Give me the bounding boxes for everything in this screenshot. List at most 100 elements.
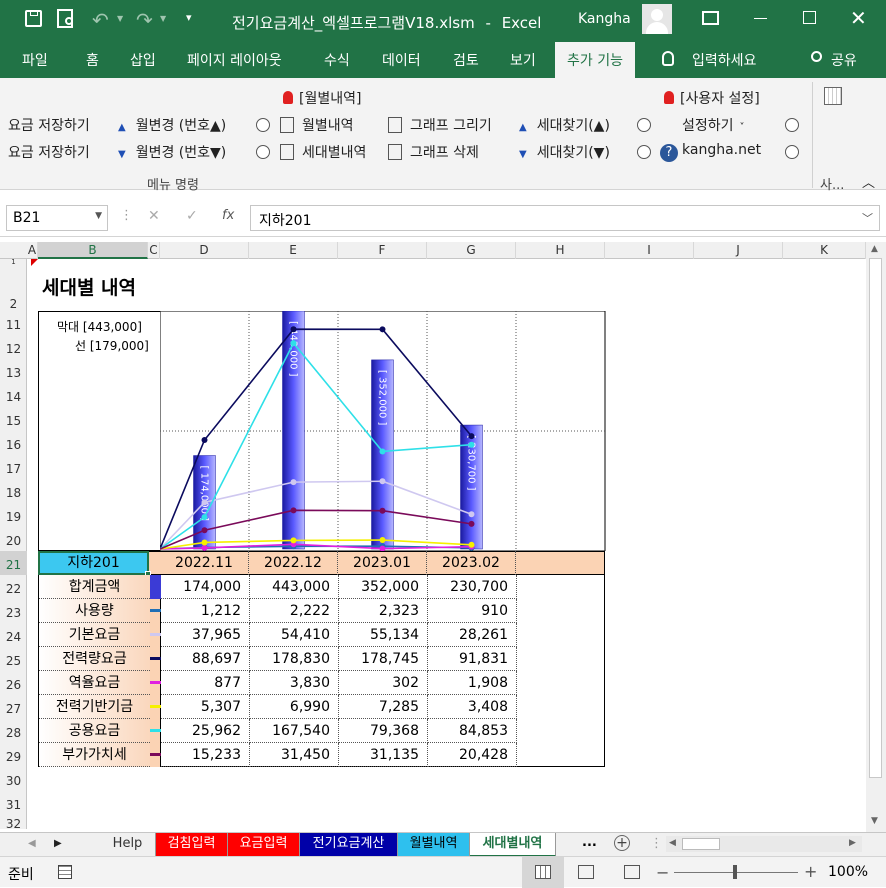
delete-graph-button[interactable]: 그래프 삭제 [388, 142, 479, 162]
table-cell[interactable]: 7,285 [339, 695, 428, 719]
row-header[interactable]: 23 [0, 599, 27, 623]
vertical-scrollbar[interactable]: ▲ ▼ [866, 242, 886, 832]
row-header[interactable]: 22 [0, 575, 27, 599]
table-cell[interactable]: 178,830 [250, 647, 339, 671]
column-header[interactable]: F [338, 242, 427, 259]
find-up-button[interactable]: ▲ 세대찾기(▲) [519, 115, 610, 135]
avatar[interactable] [642, 4, 672, 34]
row-label[interactable]: 역율요금 [39, 671, 150, 695]
table-cell[interactable]: 37,965 [161, 623, 250, 647]
table-cell[interactable]: 230,700 [428, 575, 517, 599]
table-cell[interactable]: 1,908 [428, 671, 517, 695]
column-header[interactable]: A [27, 242, 38, 259]
undo-icon[interactable]: ↶ [92, 8, 109, 32]
close-icon[interactable]: ✕ [850, 6, 867, 30]
sheet-tab[interactable]: Help [100, 833, 156, 857]
save-rates-button-1[interactable]: 요금 저장하기 [8, 115, 90, 135]
row-header[interactable]: 21 [0, 551, 27, 575]
column-header[interactable]: C [148, 242, 160, 259]
row-header[interactable]: 19 [0, 503, 27, 527]
column-header[interactable]: J [694, 242, 783, 259]
find-down-radio[interactable] [637, 145, 651, 159]
row-label[interactable]: 공용요금 [39, 719, 150, 743]
table-cell[interactable]: 167,540 [250, 719, 339, 743]
save-rates-button-2[interactable]: 요금 저장하기 [8, 142, 90, 162]
share-person-icon[interactable] [811, 51, 822, 62]
column-header[interactable]: E [249, 242, 338, 259]
more-sheets-button[interactable]: ... [582, 835, 597, 850]
table-cell[interactable]: 79,368 [339, 719, 428, 743]
tell-me-input[interactable]: 입력하세요 [692, 50, 756, 70]
tab-home[interactable]: 홈 [86, 50, 99, 70]
row-header[interactable]: 25 [0, 647, 27, 671]
month-down-button[interactable]: ▼ 월변경 (번호▼) [118, 142, 226, 162]
month-up-button[interactable]: ▲ 월변경 (번호▲) [118, 115, 226, 135]
collapse-ribbon-icon[interactable]: ︿ [862, 172, 875, 191]
zoom-level[interactable]: 100% [828, 864, 868, 880]
row-header[interactable]: 32 [0, 815, 27, 831]
table-cell[interactable]: 28,261 [428, 623, 517, 647]
table-cell[interactable]: 55,134 [339, 623, 428, 647]
month-down-radio[interactable] [256, 145, 270, 159]
column-header[interactable]: I [605, 242, 694, 259]
page-layout-view-icon[interactable] [578, 865, 594, 879]
table-cell[interactable]: 1,212 [161, 599, 250, 623]
macro-record-icon[interactable] [58, 865, 72, 879]
row-label[interactable]: 기본요금 [39, 623, 150, 647]
table-cell[interactable]: 174,000 [161, 575, 250, 599]
table-cell[interactable]: 20,428 [428, 743, 517, 767]
row-header[interactable]: 18 [0, 479, 27, 503]
scroll-right-icon[interactable]: ▶ [849, 838, 856, 848]
sheet-tab[interactable]: 전기요금계산 [300, 833, 398, 857]
row-header[interactable]: 2 [0, 265, 27, 311]
table-cell[interactable]: 5,307 [161, 695, 250, 719]
row-header[interactable]: 12 [0, 335, 27, 359]
zoom-slider-thumb[interactable] [733, 865, 737, 879]
row-header[interactable]: 13 [0, 359, 27, 383]
column-header[interactable]: G [427, 242, 516, 259]
month-up-radio[interactable] [256, 118, 270, 132]
table-cell[interactable]: 91,831 [428, 647, 517, 671]
row-header[interactable]: 24 [0, 623, 27, 647]
table-cell[interactable]: 2,222 [250, 599, 339, 623]
save-icon[interactable] [25, 10, 42, 27]
find-down-button[interactable]: ▼ 세대찾기(▼) [519, 142, 610, 162]
draw-graph-button[interactable]: 그래프 그리기 [388, 115, 492, 135]
horizontal-scrollbar[interactable]: ◀ ▶ [666, 836, 862, 852]
share-button[interactable]: 공유 [831, 50, 857, 70]
row-label[interactable]: 전력기반기금 [39, 695, 150, 719]
table-cell[interactable]: 443,000 [250, 575, 339, 599]
lightbulb-icon[interactable] [662, 51, 674, 66]
maximize-icon[interactable] [803, 11, 816, 24]
add-sheet-icon[interactable]: + [614, 835, 630, 851]
tab-split-dots-icon[interactable]: ⋮ [650, 836, 663, 851]
sheet-tab[interactable]: 세대별내역 [470, 833, 556, 857]
table-cell[interactable]: 6,990 [250, 695, 339, 719]
page-break-view-icon[interactable] [624, 865, 640, 879]
tab-page-layout[interactable]: 페이지 레이아웃 [187, 50, 282, 70]
row-header[interactable]: 29 [0, 743, 27, 767]
sheet-tab[interactable]: 검침입력 [156, 833, 228, 857]
row-header[interactable]: 28 [0, 719, 27, 743]
row-header[interactable]: 26 [0, 671, 27, 695]
scroll-up-icon[interactable]: ▲ [871, 244, 878, 254]
tab-file[interactable]: 파일 [22, 50, 48, 70]
row-header[interactable]: 27 [0, 695, 27, 719]
table-cell[interactable]: 84,853 [428, 719, 517, 743]
insert-function-icon[interactable]: fx [222, 208, 234, 223]
user-name[interactable]: Kangha [578, 11, 631, 27]
expand-formula-icon[interactable]: ﹀ [862, 210, 873, 226]
zoom-out-icon[interactable]: − [656, 863, 669, 882]
row-header[interactable]: 30 [0, 767, 27, 791]
monthly-button[interactable]: 월별내역 [280, 115, 354, 135]
prev-sheet-icon[interactable]: ◀ [28, 838, 36, 849]
cancel-icon[interactable]: ✕ [148, 208, 160, 224]
scroll-down-icon[interactable]: ▼ [871, 816, 878, 826]
table-cell[interactable]: 3,408 [428, 695, 517, 719]
table-cell[interactable]: 910 [428, 599, 517, 623]
tab-data[interactable]: 데이터 [382, 50, 421, 70]
print-preview-icon[interactable] [57, 9, 73, 28]
table-cell[interactable]: 31,135 [339, 743, 428, 767]
row-label[interactable]: 합계금액 [39, 575, 150, 599]
minimize-icon[interactable] [754, 18, 767, 19]
